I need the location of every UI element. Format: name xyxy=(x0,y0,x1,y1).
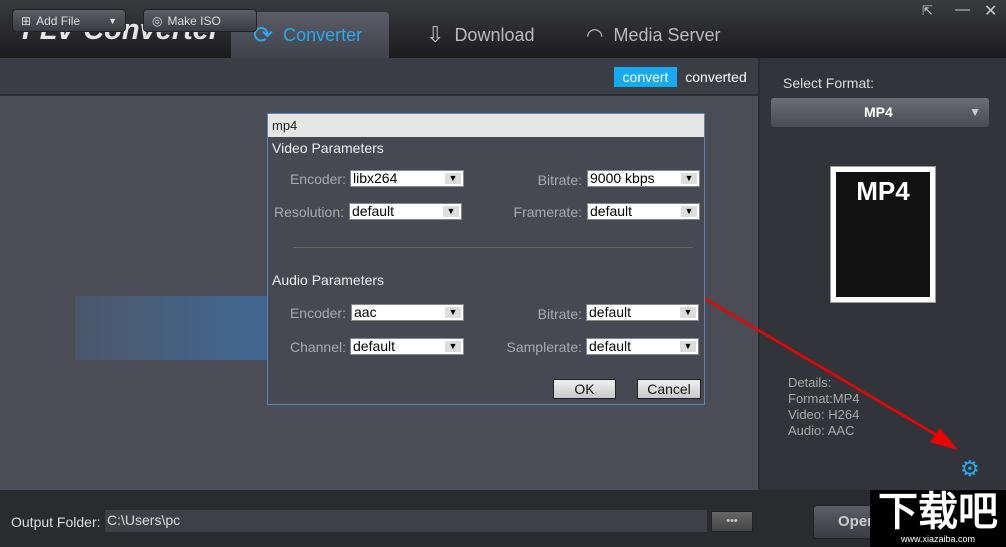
samplerate-label: Samplerate: xyxy=(506,339,582,355)
chevron-down-icon: ▼ xyxy=(681,206,697,217)
video-bitrate-label: Bitrate: xyxy=(537,172,582,188)
audio-encoder-label: Encoder: xyxy=(289,305,346,321)
chevron-down-icon: ▼ xyxy=(443,206,459,217)
channel-select[interactable]: default ▼ xyxy=(350,338,464,355)
audio-bitrate-select[interactable]: default ▼ xyxy=(586,304,699,321)
resolution-label: Resolution: xyxy=(273,204,344,220)
audio-bitrate-label: Bitrate: xyxy=(537,306,582,322)
framerate-select[interactable]: default ▼ xyxy=(587,203,700,220)
ok-button[interactable]: OK xyxy=(553,379,616,399)
framerate-label: Framerate: xyxy=(513,204,582,220)
chevron-down-icon: ▼ xyxy=(445,307,461,318)
audio-encoder-select[interactable]: aac ▼ xyxy=(351,304,464,321)
resolution-select[interactable]: default ▼ xyxy=(349,203,462,220)
chevron-down-icon: ▼ xyxy=(681,173,697,184)
chevron-down-icon: ▼ xyxy=(680,341,696,352)
channel-label: Channel: xyxy=(289,339,346,355)
video-parameters-heading: Video Parameters xyxy=(272,140,384,156)
chevron-down-icon: ▼ xyxy=(680,307,696,318)
divider xyxy=(293,247,693,248)
video-encoder-select[interactable]: libx264 ▼ xyxy=(350,170,464,187)
mp4-settings-dialog: mp4 Video Parameters Encoder: libx264 ▼ B… xyxy=(267,113,705,405)
dialog-title: mp4 xyxy=(268,114,704,137)
video-encoder-label: Encoder: xyxy=(289,171,346,187)
audio-parameters-heading: Audio Parameters xyxy=(272,272,385,288)
samplerate-select[interactable]: default ▼ xyxy=(586,338,699,355)
chevron-down-icon: ▼ xyxy=(445,173,461,184)
chevron-down-icon: ▼ xyxy=(445,341,461,352)
video-bitrate-select[interactable]: 9000 kbps ▼ xyxy=(587,170,700,187)
cancel-button[interactable]: Cancel xyxy=(637,379,701,399)
